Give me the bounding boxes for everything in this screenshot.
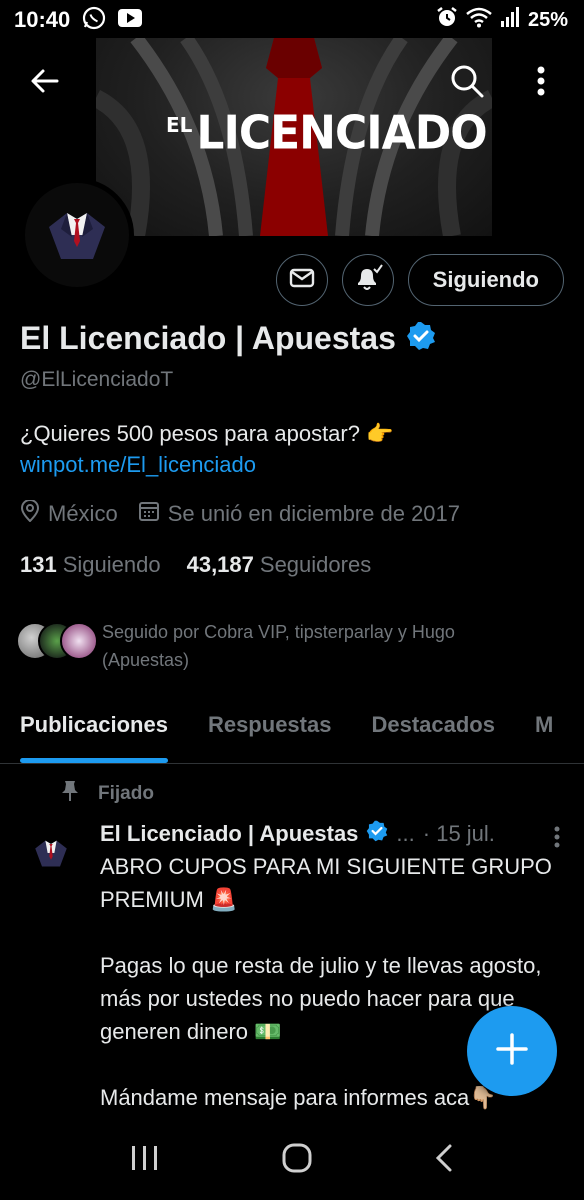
- pinned-label: Fijado: [98, 783, 154, 804]
- whatsapp-icon: [82, 6, 106, 35]
- post-more-button[interactable]: [554, 826, 560, 853]
- profile-handle: @ElLicenciadoT: [20, 368, 174, 391]
- youtube-icon: [118, 8, 143, 32]
- profile-joined: Se unió en diciembre de 2017: [167, 501, 461, 526]
- alarm-icon: [436, 6, 458, 34]
- calendar-icon: [138, 500, 160, 528]
- bell-check-icon: [353, 263, 383, 298]
- system-nav-bar: [0, 1120, 584, 1200]
- home-circle-icon: [281, 1143, 313, 1178]
- post-header: El Licenciado | Apuestas ... · 15 jul.: [100, 820, 495, 848]
- tab-label: Destacados: [371, 712, 495, 737]
- compose-button[interactable]: [467, 1006, 557, 1096]
- tab-label: Publicaciones: [20, 712, 168, 737]
- pin-icon: [60, 780, 80, 808]
- search-icon: [450, 64, 484, 103]
- arrow-left-icon: [29, 65, 61, 102]
- banner-logo-main: LICENCIADO: [196, 106, 487, 161]
- back-button[interactable]: [22, 60, 68, 106]
- profile-tabs: Publicaciones Respuestas Destacados M: [0, 700, 584, 764]
- profile-name: El Licenciado | Apuestas: [20, 320, 396, 356]
- bio-text: ¿Quieres 500 pesos para apostar? 👉: [20, 421, 394, 446]
- signal-icon: [500, 7, 520, 33]
- followers-label: Seguidores: [259, 552, 372, 577]
- battery-level: 25%: [527, 8, 568, 31]
- home-button[interactable]: [281, 1142, 313, 1179]
- tab-respuestas[interactable]: Respuestas: [188, 700, 352, 763]
- followers-count: 43,187: [186, 552, 254, 577]
- post-date[interactable]: · 15 jul.: [423, 821, 495, 847]
- profile-location: México: [48, 501, 118, 526]
- chevron-left-icon: [434, 1144, 454, 1177]
- pinned-indicator: Fijado: [60, 780, 154, 808]
- bio-link[interactable]: winpot.me/El_licenciado: [20, 449, 393, 480]
- followed-by[interactable]: Seguido por Cobra VIP, tipsterparlay y H…: [16, 618, 542, 674]
- profile-actions: Siguiendo: [275, 254, 564, 306]
- post-body[interactable]: ABRO CUPOS PARA MI SIGUIENTE GRUPO PREMI…: [100, 850, 570, 1147]
- tab-destacados[interactable]: Destacados: [351, 700, 515, 763]
- back-nav-button[interactable]: [434, 1143, 454, 1178]
- followers-count-link[interactable]: 43,187 Seguidores: [187, 552, 372, 578]
- location-pin-icon: [20, 499, 40, 528]
- follower-avatar: [60, 622, 98, 660]
- verified-badge-icon[interactable]: [406, 321, 436, 356]
- profile-name-row: El Licenciado | Apuestas: [20, 320, 436, 357]
- tab-label: M: [534, 712, 554, 737]
- banner-logo: EL LICENCIADO: [166, 106, 488, 161]
- followed-by-avatars: [16, 618, 98, 662]
- tab-label: Respuestas: [207, 712, 332, 737]
- post-paragraph: ABRO CUPOS PARA MI SIGUIENTE GRUPO PREMI…: [100, 854, 552, 912]
- wifi-icon: [466, 6, 492, 34]
- profile-avatar[interactable]: [20, 178, 134, 292]
- verified-badge-icon: [366, 820, 388, 848]
- more-options-button[interactable]: [518, 60, 564, 106]
- recent-apps-button[interactable]: [130, 1144, 160, 1177]
- status-bar: 10:40 25%: [0, 0, 584, 40]
- envelope-icon: [288, 264, 316, 297]
- following-button[interactable]: Siguiendo: [407, 254, 564, 306]
- banner-logo-small: EL: [166, 113, 193, 137]
- active-tab-indicator: [20, 758, 168, 763]
- tab-multimedia[interactable]: M: [515, 700, 573, 763]
- plus-icon: [495, 1032, 529, 1071]
- profile-bio: ¿Quieres 500 pesos para apostar? 👉 winpo…: [20, 418, 393, 480]
- followed-by-text: Seguido por Cobra VIP, tipsterparlay y H…: [102, 622, 455, 670]
- suit-avatar-icon: [33, 835, 69, 876]
- post-author-avatar[interactable]: [22, 826, 80, 884]
- following-label: Siguiendo: [62, 552, 161, 577]
- status-time: 10:40: [14, 7, 71, 32]
- post-author-name[interactable]: El Licenciado | Apuestas: [100, 821, 358, 847]
- profile-counts: 131 Siguiendo 43,187 Seguidores: [20, 552, 371, 578]
- notifications-button[interactable]: [341, 254, 394, 306]
- following-count: 131: [20, 552, 57, 577]
- message-button[interactable]: [275, 254, 328, 306]
- following-count-link[interactable]: 131 Siguiendo: [20, 552, 161, 578]
- post-handle-truncated: ...: [396, 821, 415, 846]
- tab-publicaciones[interactable]: Publicaciones: [0, 700, 188, 763]
- search-button[interactable]: [444, 60, 490, 106]
- more-vertical-icon: [537, 66, 545, 101]
- recent-apps-icon: [130, 1145, 160, 1176]
- profile-meta: México Se unió en diciembre de 2017: [20, 499, 461, 528]
- suit-avatar-icon: [25, 183, 129, 287]
